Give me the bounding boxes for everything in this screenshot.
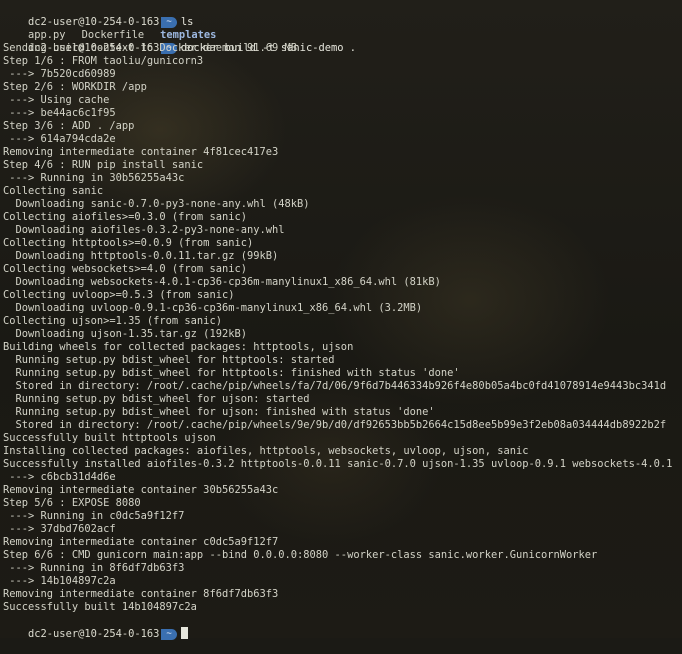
output-line: Collecting sanic: [3, 185, 104, 197]
output-line: Running setup.py bdist_wheel for ujson: …: [3, 406, 435, 418]
output-line: Step 1/6 : FROM taoliu/gunicorn3: [3, 55, 204, 67]
prompt-line-current[interactable]: dc2-user@10-254-0-163 ~: [3, 614, 682, 640]
output-line: Running setup.py bdist_wheel for ujson: …: [3, 393, 310, 405]
output-line: Downloading ujson-1.35.tar.gz (192kB): [3, 328, 247, 340]
output-line: ---> 37dbd7602acf: [3, 523, 116, 535]
output-line: ---> c6bcb31d4d6e: [3, 471, 116, 483]
output-line: Successfully installed aiofiles-0.3.2 ht…: [3, 458, 673, 470]
text-cursor[interactable]: [180, 627, 188, 639]
output-line: ---> Using cache: [3, 94, 110, 106]
prompt-host: dc2-user@10-254-0-163: [28, 16, 160, 28]
terminal-window[interactable]: dc2-user@10-254-0-163 ~ ls app.py Dockerfil…: [0, 0, 682, 640]
output-line: Downloading websockets-4.0.1-cp36-cp36m-…: [3, 276, 441, 288]
output-line: ---> Running in 30b56255a43c: [3, 172, 185, 184]
output-line: Step 2/6 : WORKDIR /app: [3, 81, 147, 93]
output-line: ---> Running in c0dc5a9f12f7: [3, 510, 185, 522]
directory-entry: templates: [160, 29, 217, 41]
prompt-dir-segment: ~: [161, 17, 177, 28]
output-line: Downloading httptools-0.0.11.tar.gz (99k…: [3, 250, 279, 262]
output-line: Downloading sanic-0.7.0-py3-none-any.whl…: [3, 198, 310, 210]
prompt-dir-segment: ~: [161, 629, 177, 640]
output-line: Step 5/6 : EXPOSE 8080: [3, 497, 141, 509]
output-line: ---> 614a794cda2e: [3, 133, 116, 145]
output-line: Removing intermediate container 4f81cec4…: [3, 146, 279, 158]
output-line: Running setup.py bdist_wheel for httptoo…: [3, 354, 335, 366]
output-line: Collecting ujson>=1.35 (from sanic): [3, 315, 222, 327]
output-line: Collecting websockets>=4.0 (from sanic): [3, 263, 247, 275]
output-line: Downloading aiofiles-0.3.2-py3-none-any.…: [3, 224, 285, 236]
output-line: Step 6/6 : CMD gunicorn main:app --bind …: [3, 549, 598, 561]
output-line: ---> 7b520cd60989: [3, 68, 116, 80]
file-entry: app.py: [28, 29, 66, 41]
output-line: Removing intermediate container 30b56255…: [3, 484, 279, 496]
output-line: Successfully built 14b104897c2a: [3, 601, 197, 613]
output-line: Installing collected packages: aiofiles,…: [3, 445, 529, 457]
output-line: Collecting aiofiles>=0.3.0 (from sanic): [3, 211, 247, 223]
output-line: Stored in directory: /root/.cache/pip/wh…: [3, 419, 667, 431]
command-text: ls: [180, 16, 194, 28]
output-line: Removing intermediate container c0dc5a9f…: [3, 536, 279, 548]
output-line: Step 3/6 : ADD . /app: [3, 120, 135, 132]
build-output: Sending build context to Docker daemon 9…: [3, 42, 682, 614]
output-line: Collecting httptools>=0.0.9 (from sanic): [3, 237, 254, 249]
output-line: ---> Running in 8f6df7db63f3: [3, 562, 185, 574]
output-line: Building wheels for collected packages: …: [3, 341, 354, 353]
output-line: Downloading uvloop-0.9.1-cp36-cp36m-many…: [3, 302, 423, 314]
output-line: Collecting uvloop>=0.5.3 (from sanic): [3, 289, 235, 301]
output-line: Successfully built httptools ujson: [3, 432, 216, 444]
file-entry: Dockerfile: [81, 29, 145, 41]
output-line: ---> be44ac6c1f95: [3, 107, 116, 119]
prompt-host: dc2-user@10-254-0-163: [28, 628, 160, 640]
output-line: ---> 14b104897c2a: [3, 575, 116, 587]
output-line: Stored in directory: /root/.cache/pip/wh…: [3, 380, 667, 392]
prompt-line-1: dc2-user@10-254-0-163 ~ ls: [3, 3, 682, 28]
output-line: Step 4/6 : RUN pip install sanic: [3, 159, 204, 171]
output-line: Removing intermediate container 8f6df7db…: [3, 588, 279, 600]
output-line: Running setup.py bdist_wheel for httptoo…: [3, 367, 460, 379]
